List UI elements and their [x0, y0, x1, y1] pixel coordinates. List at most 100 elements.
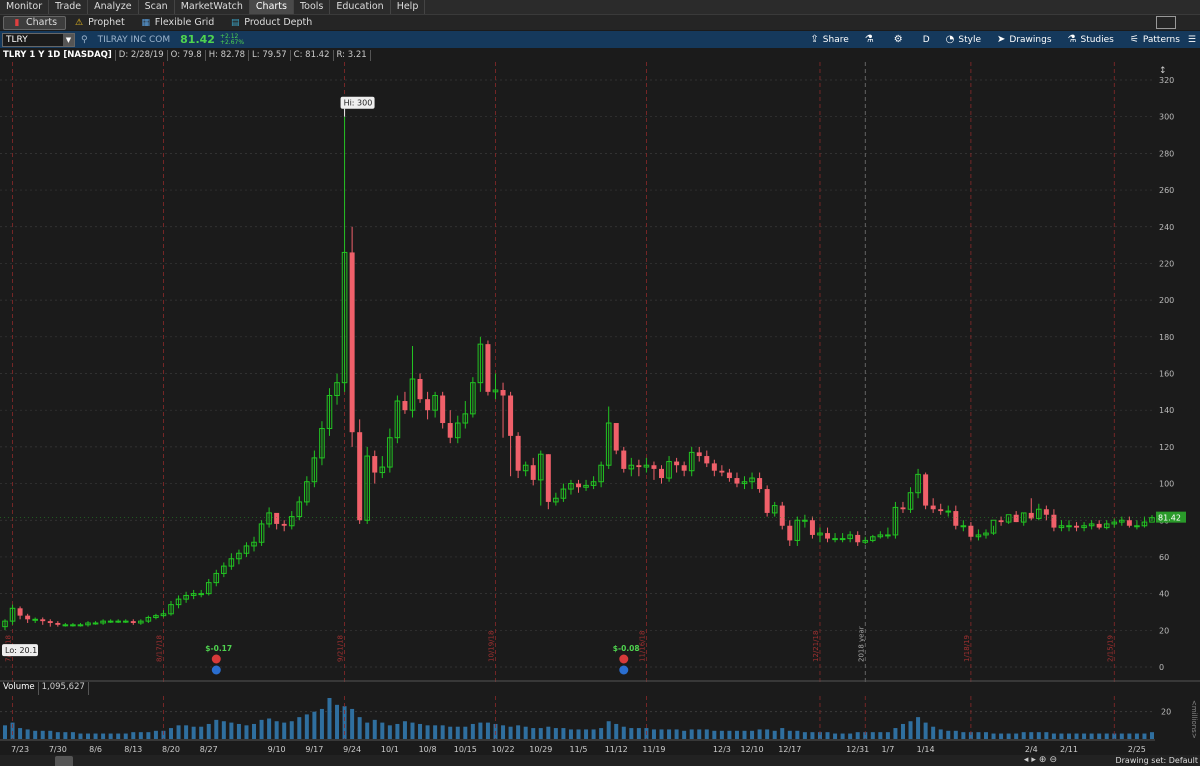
collapse-tab[interactable]	[55, 756, 73, 766]
subtab-charts[interactable]: ▮ Charts	[3, 15, 67, 30]
menu-item-analyze[interactable]: Analyze	[88, 0, 139, 14]
candle-body-down	[530, 465, 536, 480]
volume-bar	[1097, 733, 1102, 739]
charts-subtab-bar: ▮ Charts ⚠ Prophet ▦ Flexible Grid ▤ Product De…	[0, 15, 1200, 30]
candle-body-down	[659, 468, 665, 479]
price-tick-label: 180	[1159, 333, 1174, 342]
symbol-text: TLRY	[6, 34, 28, 45]
chevron-down-icon[interactable]: ▼	[63, 33, 74, 46]
chart-info-bar: TLRY 1 Y 1D [NASDAQ] D: 2/28/19 O: 79.8 …	[0, 48, 1200, 62]
volume-bar	[667, 729, 672, 739]
symbol-input[interactable]: TLRY ▼	[2, 32, 75, 47]
candle-body-down	[500, 390, 506, 396]
info-date: D: 2/28/19	[116, 49, 168, 61]
candle-body-down	[402, 401, 408, 411]
menu-item-scan[interactable]: Scan	[139, 0, 175, 14]
volume-bar	[153, 730, 158, 739]
candle-body-down	[1051, 514, 1057, 528]
lo-label-group: Lo: 20.1	[2, 644, 38, 657]
chart-toolbar: TLRY ▼ ⚲ TILRAY INC COM 81.42 +2.12 +2.6…	[0, 31, 1200, 48]
volume-bar	[1082, 733, 1087, 739]
menu-item-education[interactable]: Education	[330, 0, 391, 14]
volume-bar	[267, 718, 272, 739]
candle-body-down	[696, 452, 702, 457]
restore-window-button[interactable]	[1156, 16, 1176, 29]
info-open: O: 79.8	[168, 49, 206, 61]
menu-item-help[interactable]: Help	[391, 0, 426, 14]
candle-body-down	[349, 252, 355, 433]
menu-item-trade[interactable]: Trade	[49, 0, 89, 14]
candle-body-down	[447, 423, 453, 438]
volume-bar	[923, 722, 928, 739]
volume-bar	[787, 730, 792, 739]
x-tick-label: 10/22	[492, 745, 515, 754]
volume-bar	[3, 725, 7, 739]
volume-bar	[584, 729, 589, 739]
menu-item-marketwatch[interactable]: MarketWatch	[175, 0, 250, 14]
menu-item-monitor[interactable]: Monitor	[0, 0, 50, 14]
volume-bar	[335, 704, 340, 739]
price-chart[interactable]: 0204060801001201401601802002202402602803…	[0, 62, 1200, 755]
volume-bar	[365, 722, 370, 739]
candle-body-down	[998, 520, 1004, 523]
volume-bar	[742, 730, 747, 739]
candle-body-down	[485, 344, 491, 392]
candle-body-down	[372, 456, 378, 473]
info-low: L: 79.57	[249, 49, 291, 61]
volume-bar	[123, 733, 128, 739]
subtab-prophet[interactable]: ⚠ Prophet	[66, 15, 133, 30]
volume-bar	[833, 733, 838, 739]
link-icon[interactable]: ⚲	[81, 35, 88, 45]
chart-title: TLRY 1 Y 1D [NASDAQ]	[0, 49, 116, 61]
x-tick-label: 9/10	[268, 745, 286, 754]
studies-button[interactable]: ⚗ Studies	[1068, 34, 1114, 45]
candle-body-up	[839, 538, 846, 541]
last-price: 81.42	[180, 33, 215, 46]
volume-bar	[629, 728, 634, 739]
volume-bar	[591, 729, 596, 739]
price-tick-label: 240	[1159, 223, 1174, 232]
candle-body-down	[1074, 525, 1080, 528]
volume-bar	[146, 732, 151, 739]
x-tick-label: 11/12	[605, 745, 628, 754]
settings-button[interactable]: ⚙	[894, 34, 907, 45]
volume-bar	[244, 725, 249, 739]
candle-body-up	[122, 620, 129, 623]
subtab-flexible-grid[interactable]: ▦ Flexible Grid	[133, 15, 223, 30]
volume-bar	[252, 723, 257, 739]
flask-button[interactable]: ⚗	[865, 34, 878, 45]
volume-bar	[621, 726, 626, 739]
menu-item-charts[interactable]: Charts	[249, 0, 294, 14]
patterns-button[interactable]: ⚟ Patterns	[1130, 34, 1180, 45]
share-button[interactable]: ⇪ Share	[810, 34, 848, 45]
drawings-button[interactable]: ➤ Drawings	[997, 34, 1052, 45]
volume-bar	[312, 711, 317, 739]
volume-bar	[953, 730, 958, 739]
dividend-info-icon	[619, 665, 629, 675]
grid-icon: ▦	[141, 17, 151, 28]
volume-bar	[478, 722, 483, 739]
x-tick-label: 1/14	[917, 745, 935, 754]
earnings-value: $-0.17	[205, 644, 232, 653]
candle-body-down	[1043, 509, 1049, 515]
menu-icon[interactable]: ☰	[1188, 35, 1196, 45]
candle-body-down	[681, 465, 687, 471]
volume-bar	[848, 733, 853, 739]
candle-body-down	[968, 525, 974, 537]
subtab-product-depth[interactable]: ▤ Product Depth	[222, 15, 320, 30]
menu-item-tools[interactable]: Tools	[294, 0, 331, 14]
volume-bar	[697, 729, 702, 739]
volume-bar	[689, 729, 694, 739]
volume-bar	[229, 722, 234, 739]
volume-bar	[538, 728, 543, 739]
warning-triangle-icon: ⚠	[75, 17, 84, 28]
price-tick-label: 100	[1159, 480, 1174, 489]
depth-icon: ▤	[231, 17, 240, 28]
volume-bar	[1051, 733, 1056, 739]
period-button[interactable]: D	[923, 35, 930, 45]
nav-icons[interactable]: ◂▸⊕⊖	[1024, 755, 1060, 766]
style-button[interactable]: ◔ Style	[946, 34, 981, 45]
x-tick-label: 1/7	[881, 745, 894, 754]
volume-bar	[712, 730, 717, 739]
volume-bar	[350, 708, 355, 739]
